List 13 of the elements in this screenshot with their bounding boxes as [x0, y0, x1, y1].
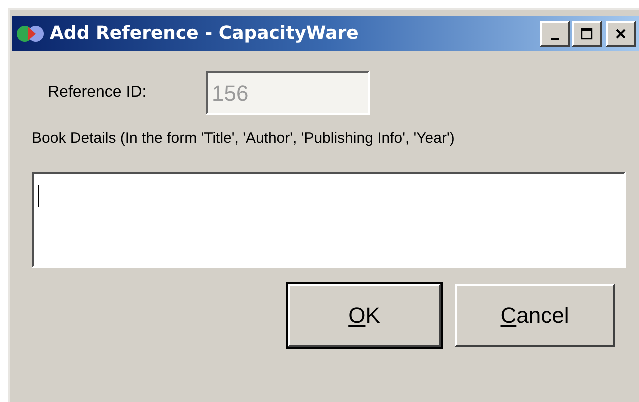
reference-id-label: Reference ID:	[48, 83, 148, 103]
close-button[interactable]	[606, 20, 636, 46]
close-icon	[615, 28, 627, 40]
ok-button[interactable]: OK	[288, 284, 441, 347]
cancel-button[interactable]: Cancel	[455, 284, 615, 347]
minimize-icon	[551, 38, 559, 40]
minimize-button[interactable]	[540, 20, 570, 46]
maximize-icon	[581, 28, 593, 40]
text-cursor	[38, 185, 39, 208]
window-title: Add Reference - CapacityWare	[50, 22, 359, 46]
book-details-field[interactable]	[32, 172, 626, 268]
book-details-label: Book Details (In the form 'Title', 'Author', 'Publishing Info', 'Year')	[32, 129, 456, 149]
maximize-button[interactable]	[572, 20, 602, 46]
